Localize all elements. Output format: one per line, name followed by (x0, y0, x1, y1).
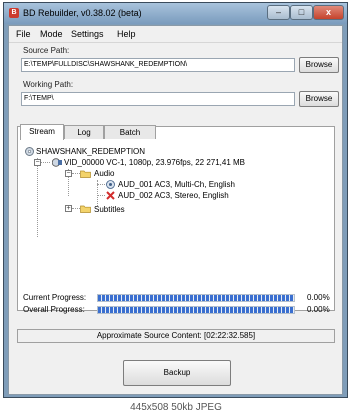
tree-line (72, 208, 80, 209)
audio-stream-icon (106, 180, 115, 189)
app-window: B BD Rebuilder, v0.38.02 (beta) – □ x Fi… (3, 2, 348, 398)
tab-log[interactable]: Log (64, 125, 104, 139)
tree-aud-001[interactable]: AUD_001 AC3, Multi-Ch, English (118, 180, 235, 189)
working-path-label: Working Path: (23, 80, 74, 89)
overall-progress-label: Overall Progress: (23, 305, 85, 314)
working-path-input[interactable]: F:\TEMP\ (21, 92, 295, 106)
menu-file[interactable]: File (16, 29, 31, 39)
source-path-label: Source Path: (23, 46, 70, 55)
folder-icon (80, 205, 91, 213)
source-path-input[interactable]: E:\TEMP\FULLDISC\SHAWSHANK_REDEMPTION\ (21, 58, 295, 72)
working-browse-button[interactable]: Browse (299, 91, 339, 107)
tree-line (41, 162, 50, 163)
menu-settings[interactable]: Settings (71, 29, 104, 39)
collapse-icon[interactable]: − (65, 170, 72, 177)
source-browse-button[interactable]: Browse (299, 57, 339, 73)
current-progress-label: Current Progress: (23, 293, 87, 302)
tab-batch[interactable]: Batch (104, 125, 156, 139)
disc-icon (25, 147, 34, 156)
approximate-source-content: Approximate Source Content: [02:22:32.58… (17, 329, 335, 343)
current-progress-percent: 0.00% (307, 293, 330, 302)
maximize-button[interactable]: □ (290, 5, 313, 20)
tree-line (97, 195, 105, 196)
overall-progress-percent: 0.00% (307, 305, 330, 314)
tree-video[interactable]: VID_00000 VC-1, 1080p, 23.976fps, 22 271… (64, 158, 245, 167)
tree-root[interactable]: SHAWSHANK_REDEMPTION (36, 147, 145, 156)
tab-panel: Stream Log Batch SHAWSHANK_REDEMPTION − … (17, 124, 335, 311)
client-area: File Mode Settings Help Source Path: E:\… (8, 25, 343, 395)
menu-bar: File Mode Settings Help (9, 26, 342, 43)
minimize-button[interactable]: – (267, 5, 290, 20)
backup-button[interactable]: Backup (123, 360, 231, 386)
excluded-x-icon (106, 191, 115, 200)
collapse-icon[interactable]: − (34, 159, 41, 166)
current-progress-bar (97, 294, 295, 302)
tab-stream[interactable]: Stream (20, 124, 64, 140)
folder-icon (80, 170, 91, 178)
close-button[interactable]: x (313, 5, 344, 20)
tree-line (37, 158, 38, 237)
overall-progress-bar (97, 306, 295, 314)
overall-progress-fill (98, 307, 294, 313)
title-bar[interactable]: B BD Rebuilder, v0.38.02 (beta) – □ x (4, 3, 347, 24)
app-icon: B (9, 8, 19, 18)
image-info-caption: 445x508 50kb JPEG (130, 402, 222, 413)
tree-audio[interactable]: Audio (94, 169, 114, 178)
menu-help[interactable]: Help (117, 29, 136, 39)
video-icon (52, 158, 62, 167)
tree-aud-002[interactable]: AUD_002 AC3, Stereo, English (118, 191, 229, 200)
tree-line (97, 184, 105, 185)
tree-subtitles[interactable]: Subtitles (94, 205, 125, 214)
tree-line (72, 173, 80, 174)
window-title: BD Rebuilder, v0.38.02 (beta) (23, 8, 142, 18)
menu-mode[interactable]: Mode (40, 29, 63, 39)
expand-icon[interactable]: + (65, 205, 72, 212)
current-progress-fill (98, 295, 294, 301)
